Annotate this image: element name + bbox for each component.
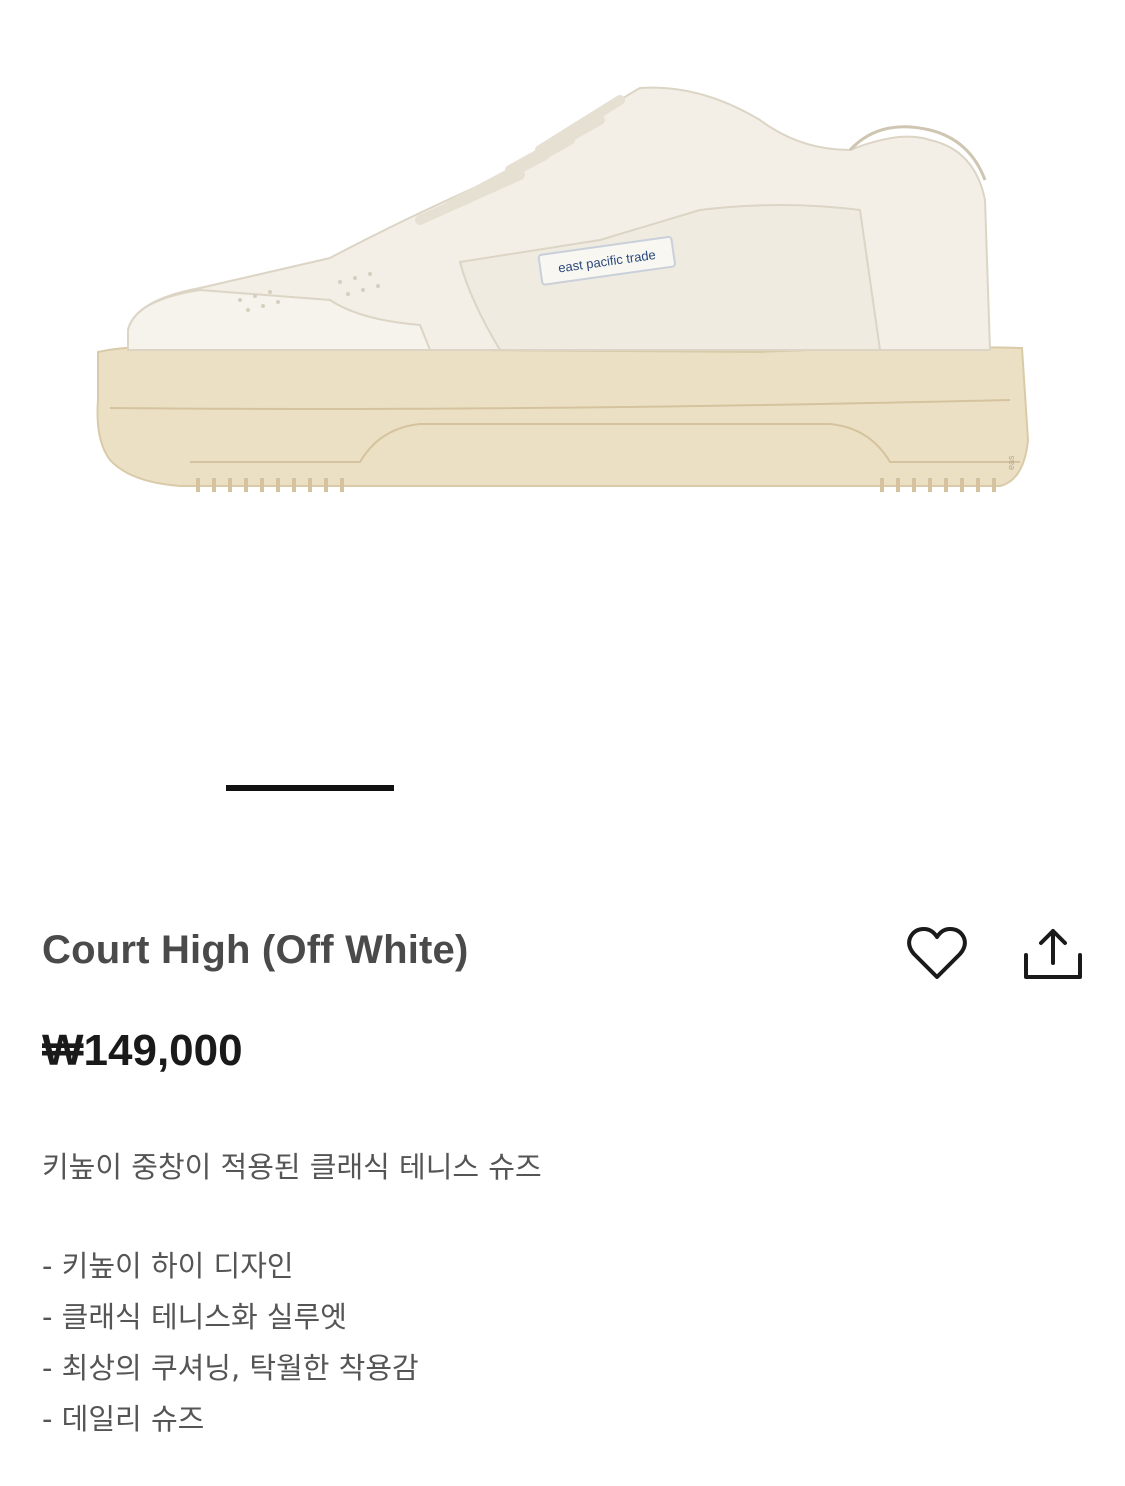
feature-item: - 키높이 하이 디자인 [42, 1249, 294, 1283]
product-description: 키높이 중창이 적용된 클래식 테니스 슈즈 [42, 1150, 542, 1184]
share-button[interactable] [1021, 922, 1085, 986]
product-image-carousel[interactable]: east pacific trade eas [0, 0, 1125, 740]
feature-item: - 클래식 테니스화 실루엣 [42, 1300, 347, 1334]
product-title: Court High (Off White) [42, 928, 469, 972]
feature-item: - 최상의 쿠셔닝, 탁월한 착용감 [42, 1351, 419, 1385]
sneaker-image: east pacific trade eas [96, 86, 1030, 492]
heart-icon [907, 927, 967, 979]
favorite-button[interactable] [905, 922, 969, 986]
product-price: ₩149,000 [42, 1026, 243, 1075]
feature-list: - 키높이 하이 디자인 - 클래식 테니스화 실루엣 - 최상의 쿠셔닝, 탁… [42, 1245, 419, 1449]
feature-item: - 데일리 슈즈 [42, 1402, 205, 1436]
heel-text: eas [1006, 455, 1016, 470]
carousel-indicator [226, 785, 394, 791]
share-icon [1024, 929, 1082, 979]
